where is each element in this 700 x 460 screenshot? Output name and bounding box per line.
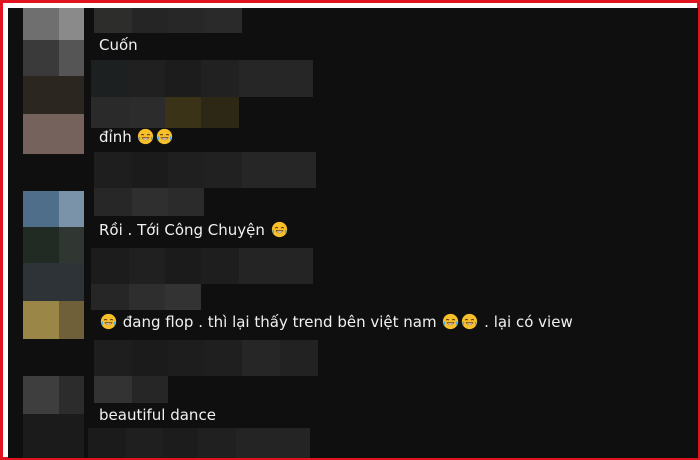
face-with-tears-of-joy-icon — [462, 313, 478, 330]
comment-4-label-part-1: đang flop . thì lại thấy trend bên việt … — [122, 313, 437, 331]
screenshot-frame: Cuốn đỉnh Rồi . Tới Công Chuyện đang flo… — [0, 0, 700, 460]
comment-3-label: Rồi . Tới Công Chuyện — [99, 221, 265, 239]
comment-2-label: đỉnh — [99, 128, 132, 146]
comment-text-4: đang flop . thì lại thấy trend bên việt … — [99, 312, 573, 332]
comment-5-label: beautiful dance — [99, 406, 216, 424]
comment-1-label: Cuốn — [99, 36, 138, 54]
face-with-tears-of-joy-icon — [271, 221, 287, 238]
comment-text-2: đỉnh — [99, 127, 174, 147]
face-with-tears-of-joy-icon — [157, 128, 173, 145]
comment-4-label-part-2: . lại có view — [484, 313, 573, 331]
comment-text-3: Rồi . Tới Công Chuyện — [99, 220, 289, 240]
comments-panel: Cuốn đỉnh Rồi . Tới Công Chuyện đang flo… — [8, 8, 698, 458]
comment-text-1: Cuốn — [99, 35, 138, 55]
face-with-tears-of-joy-icon — [100, 313, 117, 330]
face-with-tears-of-joy-icon — [443, 313, 459, 330]
comment-text-5: beautiful dance — [99, 405, 216, 425]
face-with-tears-of-joy-icon — [138, 128, 154, 145]
